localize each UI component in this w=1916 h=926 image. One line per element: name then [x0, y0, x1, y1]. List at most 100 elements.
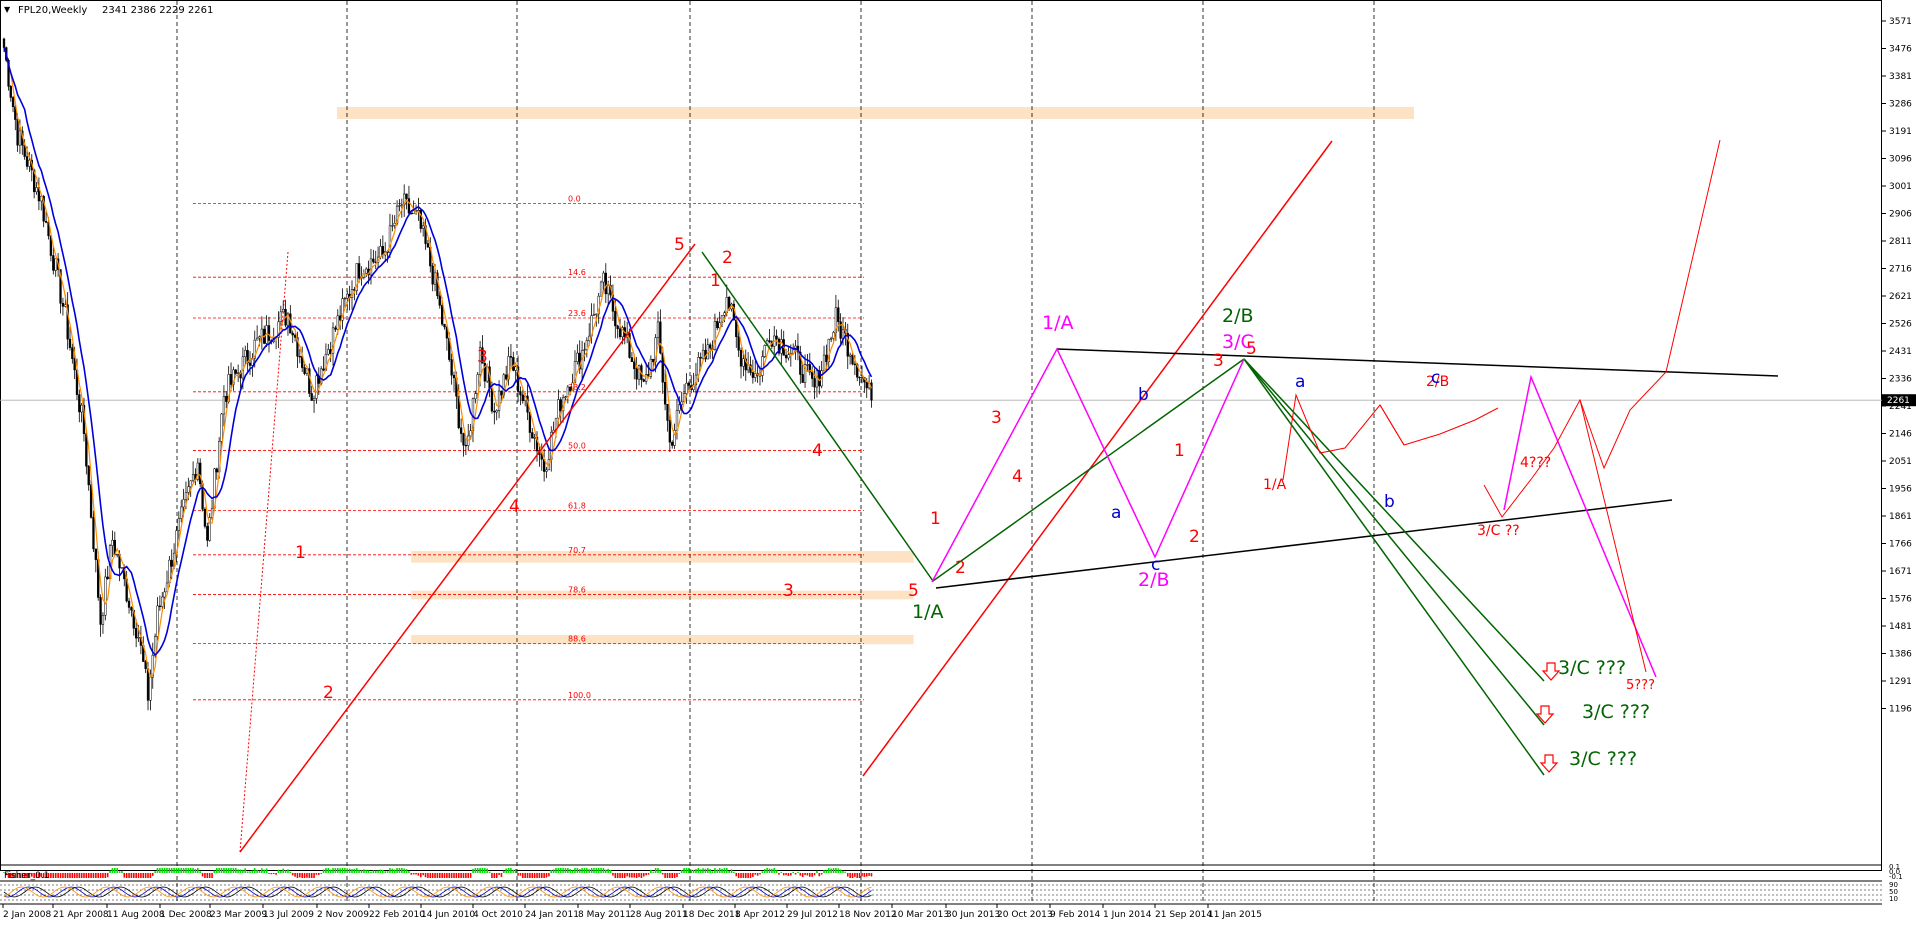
candle-body [616, 325, 619, 329]
fisher-bar [507, 868, 510, 873]
candle-body [493, 410, 496, 413]
triangle-upper-line [1056, 348, 1779, 377]
fisher-bar [389, 868, 391, 873]
fisher-bar [391, 868, 394, 873]
fisher-bar [657, 868, 659, 873]
candle-body [255, 337, 259, 341]
fisher-bar [842, 871, 844, 873]
candle-body [400, 204, 403, 206]
wave-label-blue: a [1111, 503, 1121, 523]
fisher-bar [296, 873, 299, 878]
fisher-bar [820, 873, 823, 875]
fisher-bar [493, 873, 496, 878]
candle-body [431, 265, 434, 285]
candle-body [754, 373, 757, 378]
candle-body [716, 321, 719, 329]
fisher-bar [550, 870, 553, 873]
fisher-bar [816, 870, 818, 873]
fisher-bar [135, 873, 137, 878]
fisher-bar [465, 873, 467, 878]
fisher-bar [728, 870, 730, 873]
candle-body [189, 480, 192, 487]
fisher-bar [206, 873, 209, 878]
candle-body [545, 469, 548, 472]
candle-body [775, 335, 778, 340]
fisher-bar [234, 868, 237, 873]
fisher-bar [408, 871, 410, 873]
fib-level-label: 100.0 [568, 691, 591, 700]
fisher-bar [778, 873, 780, 875]
fisher-bar [80, 873, 83, 878]
fisher-bar [835, 868, 837, 873]
y-tick-label: 3286 [1889, 100, 1912, 110]
fisher-bar [173, 868, 175, 873]
fisher-bar [771, 868, 773, 873]
fisher-bar [83, 873, 85, 878]
fisher-bar [659, 869, 662, 873]
fisher-bar [564, 868, 567, 873]
collapse-arrow-icon[interactable]: ▼ [4, 5, 11, 14]
y-tick-label: 2621 [1889, 292, 1912, 302]
fisher-bar [505, 868, 507, 873]
candle-body [509, 356, 513, 358]
fisher-bar [782, 873, 785, 876]
fisher-bar [524, 873, 526, 878]
fisher-bar [287, 869, 289, 873]
fisher-bar [306, 873, 308, 878]
price-chart[interactable]: ▼ FPL20,Weekly 2341 2386 2229 2261 0.014… [0, 0, 1916, 926]
x-tick-label: 2 Nov 2009 [317, 910, 369, 920]
wave-label-blue: b [1138, 385, 1149, 405]
wave-label-red: 3/C ?? [1477, 523, 1520, 539]
fisher-bar [723, 868, 726, 873]
price-axis[interactable]: 3571 3476 3381 3286 3191 3096 3001 2906 2811 2716… [1882, 17, 1912, 715]
fibonacci-retracement[interactable]: 0.014.623.638.250.061.870.778.688.6100.0 [193, 195, 864, 701]
candle-body [407, 198, 411, 214]
fisher-bar [737, 873, 740, 878]
candle-body [379, 246, 382, 258]
fisher-bar [154, 871, 156, 873]
candle-body [222, 395, 226, 415]
fisher-bar [163, 868, 166, 873]
y-tick-label: 3096 [1889, 155, 1912, 165]
x-tick-label: 1 Jun 2014 [1103, 910, 1152, 920]
fisher-bar [692, 869, 695, 873]
fisher-bar [552, 869, 555, 873]
fisher-bar [194, 869, 197, 873]
time-axis[interactable]: 2 Jan 2008 21 Apr 200811 Aug 20081 Dec 20… [2, 904, 1262, 920]
wave-lines[interactable] [239, 139, 1779, 853]
fisher-bar [759, 873, 761, 875]
fisher-bar [619, 873, 621, 878]
fisher-bar [125, 873, 128, 878]
down-arrow-icons [1535, 662, 1561, 773]
fisher-bar [529, 873, 531, 878]
fisher-bar [673, 873, 676, 878]
fisher-bar [503, 870, 505, 873]
wave-label-blue: a [1295, 372, 1305, 392]
fisher-bar [341, 868, 344, 873]
candle-body [104, 576, 107, 616]
fisher-bar [593, 868, 595, 873]
candle-body [825, 354, 828, 362]
fisher-bar [747, 873, 749, 878]
fisher-bar [690, 869, 693, 873]
x-tick-label: 8 Apr 2012 [735, 910, 785, 920]
magenta-projection [1503, 374, 1657, 678]
candle-body [865, 381, 868, 389]
candle-body [78, 394, 81, 413]
green-projection-2 [1243, 358, 1545, 726]
fisher-bar [187, 868, 190, 873]
fisher-bar [336, 868, 339, 873]
candle-body [267, 325, 271, 341]
candle-body [602, 272, 605, 283]
fisher-bar [849, 873, 851, 878]
fisher-bar [540, 873, 543, 878]
candle-body [99, 597, 102, 625]
candle-body [806, 364, 809, 366]
fisher-bar [854, 873, 856, 877]
red-subwave-2 [1379, 404, 1499, 446]
fisher-bar [870, 873, 873, 877]
candle-body [120, 567, 124, 569]
fisher-bar [346, 868, 349, 873]
candle-body [248, 362, 252, 366]
candle-body [635, 368, 638, 380]
